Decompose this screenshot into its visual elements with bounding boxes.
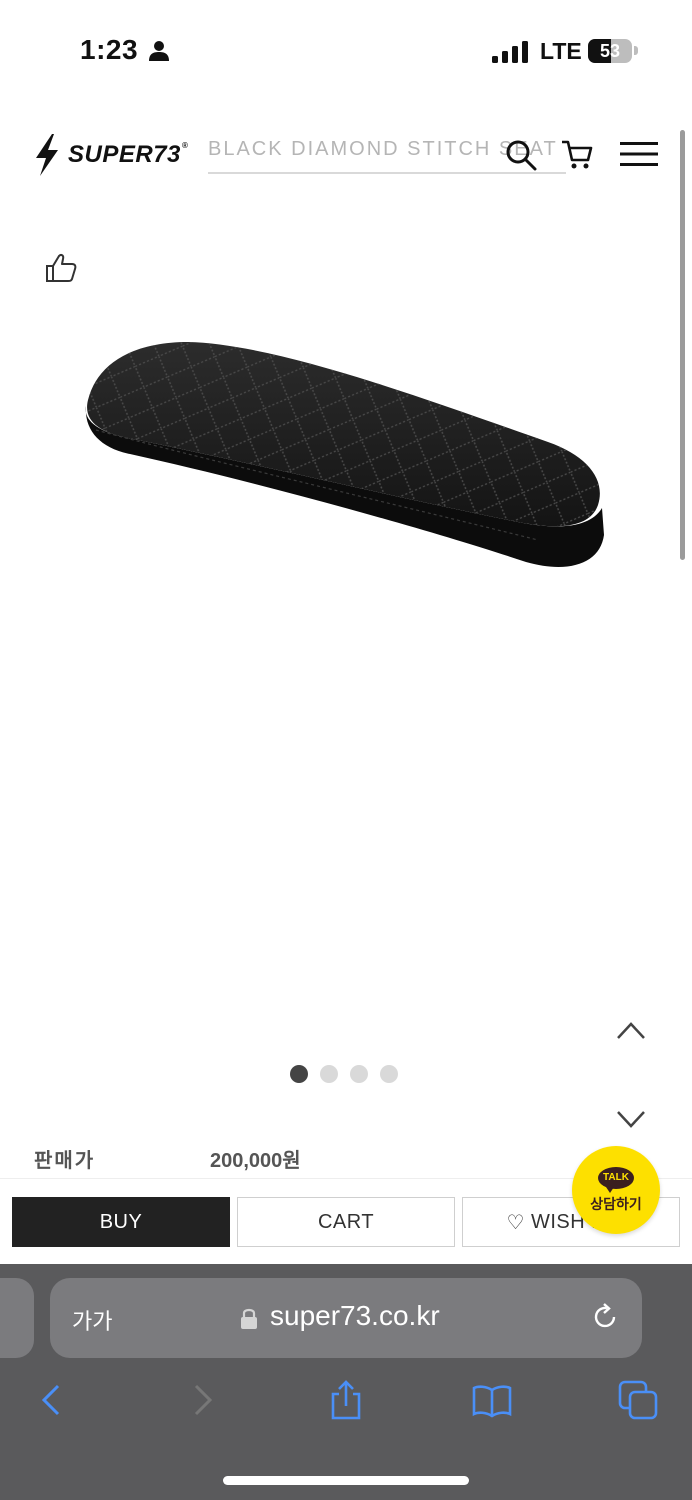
browser-toolbar: 가가 super73.co.kr xyxy=(0,1264,692,1500)
battery-level: 53 xyxy=(599,41,621,61)
cart-icon[interactable] xyxy=(560,138,594,172)
product-image[interactable] xyxy=(78,330,608,590)
previous-tab-stub[interactable] xyxy=(0,1278,34,1358)
network-type: LTE xyxy=(540,38,582,64)
thumbs-up-icon[interactable] xyxy=(44,252,78,284)
lock-icon xyxy=(241,1308,257,1329)
tabs-icon[interactable] xyxy=(618,1380,658,1420)
kakao-talk-button[interactable]: TALK 상담하기 xyxy=(572,1146,660,1234)
bookmarks-icon[interactable] xyxy=(472,1380,512,1420)
heart-icon: ♡ xyxy=(506,1211,525,1234)
site-header: SUPER73® BLACK DIAMOND STITCH SEAT xyxy=(0,110,692,200)
address-bar[interactable]: 가가 super73.co.kr xyxy=(50,1278,642,1358)
price-value: 200,000원 xyxy=(210,1150,301,1172)
cart-button[interactable]: CART xyxy=(237,1197,455,1247)
buy-label: BUY xyxy=(99,1210,143,1233)
share-icon[interactable] xyxy=(326,1380,366,1420)
home-indicator xyxy=(223,1476,469,1485)
pager-dot[interactable] xyxy=(350,1065,368,1083)
reload-icon[interactable] xyxy=(590,1302,620,1332)
site-logo[interactable]: SUPER73® xyxy=(30,132,220,178)
buy-button[interactable]: BUY xyxy=(12,1197,230,1247)
talk-bubble-icon: TALK xyxy=(598,1166,634,1193)
logo-text: SUPER73® xyxy=(68,141,189,168)
search-icon[interactable] xyxy=(504,138,538,172)
cart-label: CART xyxy=(317,1210,375,1233)
page-scrollbar[interactable] xyxy=(680,130,685,560)
back-icon[interactable] xyxy=(32,1380,72,1420)
chevron-up-icon[interactable] xyxy=(614,1018,648,1042)
pager-dot[interactable] xyxy=(380,1065,398,1083)
menu-icon[interactable] xyxy=(620,140,658,168)
battery-icon: 53 xyxy=(588,39,632,63)
chevron-down-icon[interactable] xyxy=(614,1108,648,1132)
price-label: 판매가 xyxy=(34,1150,96,1172)
reader-options-button[interactable]: 가가 xyxy=(72,1304,112,1336)
pager-dot[interactable] xyxy=(290,1065,308,1083)
price-row: 판매가 200,000원 xyxy=(34,1142,594,1172)
person-icon xyxy=(149,41,169,61)
url-text: super73.co.kr xyxy=(270,1300,440,1331)
signal-icon xyxy=(492,41,528,63)
lightning-bolt-icon xyxy=(36,134,58,176)
talk-label: 상담하기 xyxy=(590,1195,642,1212)
status-bar: 1:23 LTE 53 xyxy=(0,0,692,100)
battery-tip xyxy=(634,46,638,55)
status-time: 1:23 xyxy=(80,34,139,65)
forward-icon[interactable] xyxy=(182,1380,222,1420)
image-pager xyxy=(290,1065,398,1083)
pager-dot[interactable] xyxy=(320,1065,338,1083)
